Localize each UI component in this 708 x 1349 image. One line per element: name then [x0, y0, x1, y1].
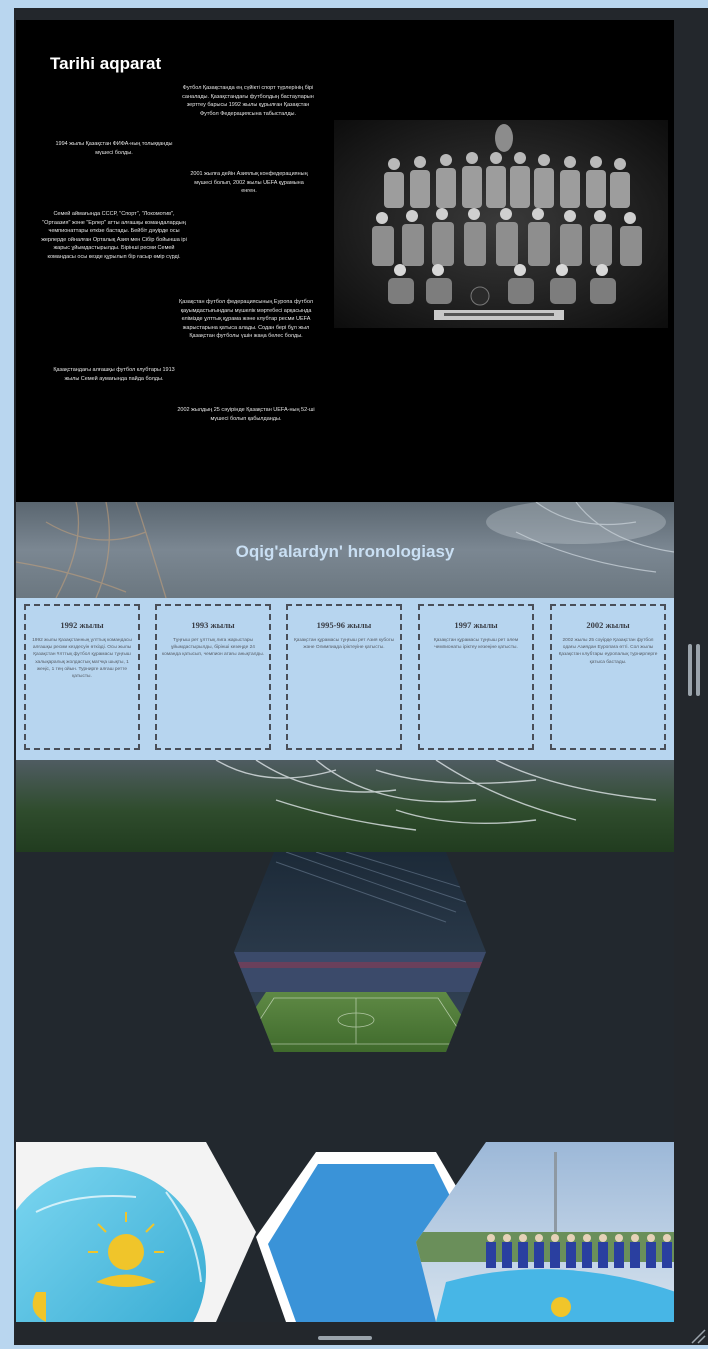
timeline-cards-band: 1992 жылы 1992 жылы Қазақстанның ұлттық …	[16, 598, 674, 760]
corner-resize-icon[interactable]	[690, 1328, 706, 1344]
history-text-mid-3: Қазақстан футбол федерациясының Еуропа ф…	[179, 299, 313, 340]
history-text-mid-4: 2002 жылдың 25 сәуірінде Қазақстан UEFA-…	[177, 407, 315, 422]
timeline-card: 1993 жылы Тұңғыш рет ұлттық лига жарыста…	[155, 604, 271, 750]
timeline-card-year: 1993 жылы	[191, 620, 235, 630]
timeline-card-year: 1995-96 жылы	[316, 620, 372, 630]
team-lineup-image	[416, 1142, 674, 1322]
history-text-mid-2: 2001 жылға дейін Азиялық конфедерацияның…	[190, 171, 308, 195]
timeline-card: 1997 жылы Қазақстан құрамасы тұңғыш рет …	[418, 604, 534, 750]
timeline-card-year: 1992 жылы	[60, 620, 104, 630]
timeline-background-bottom	[16, 759, 674, 852]
timeline-card-year: 1997 жылы	[454, 620, 498, 630]
timeline-section: Oqig'alardyn' hronologiasy 1992 жылы 199…	[16, 502, 674, 852]
timeline-card-text: Қазақстан құрамасы тұңғыш рет Азия кубог…	[293, 638, 395, 651]
hexagon-gallery	[16, 852, 674, 1322]
gallery-section	[16, 852, 674, 1322]
football-image	[16, 1142, 256, 1322]
timeline-title: Oqig'alardyn' hronologiasy	[235, 542, 455, 561]
history-title: Tarihi aqparat	[50, 54, 162, 73]
history-text-left-3: Қазақстандағы алғашқы футбол клубтары 19…	[53, 367, 175, 382]
timeline-card: 1995-96 жылы Қазақстан құрамасы тұңғыш р…	[286, 604, 402, 750]
timeline-card: 2002 жылы 2002 жылы 25 сәуірде Қазақстан…	[550, 604, 666, 750]
vertical-resize-handle[interactable]	[688, 644, 702, 696]
timeline-card-text: Тұңғыш рет ұлттық лига жарыстары ұйымдас…	[162, 638, 264, 658]
timeline-card-text: Қазақстан құрамасы тұңғыш рет әлем чемпи…	[433, 638, 519, 651]
window-top-strip	[0, 0, 708, 8]
timeline-card-year: 2002 жылы	[586, 620, 630, 630]
history-text-left-2: Семей аймағында СССР, "Спорт", "Локомоти…	[41, 211, 187, 260]
history-section: Tarihi aqparat 1994 жылы Қазақстан ФИФА-…	[16, 20, 674, 502]
web-page[interactable]: Tarihi aqparat 1994 жылы Қазақстан ФИФА-…	[16, 20, 674, 1322]
history-text-mid-1: Футбол Қазақстанда ең сүйікті спорт түрл…	[182, 85, 314, 117]
horizontal-resize-handle[interactable]	[318, 1336, 372, 1340]
timeline-card: 1992 жылы 1992 жылы Қазақстанның ұлттық …	[24, 604, 140, 750]
history-text-left-1: 1994 жылы Қазақстан ФИФА-ның толыққанды …	[55, 141, 173, 156]
timeline-card-text: 2002 жылы 25 сәуірде Қазақстан футбол од…	[558, 638, 658, 665]
timeline-card-text: 1992 жылы Қазақстанның ұлттық командасы …	[32, 638, 132, 680]
stadium-image	[234, 852, 486, 1052]
team-photo	[334, 120, 668, 328]
